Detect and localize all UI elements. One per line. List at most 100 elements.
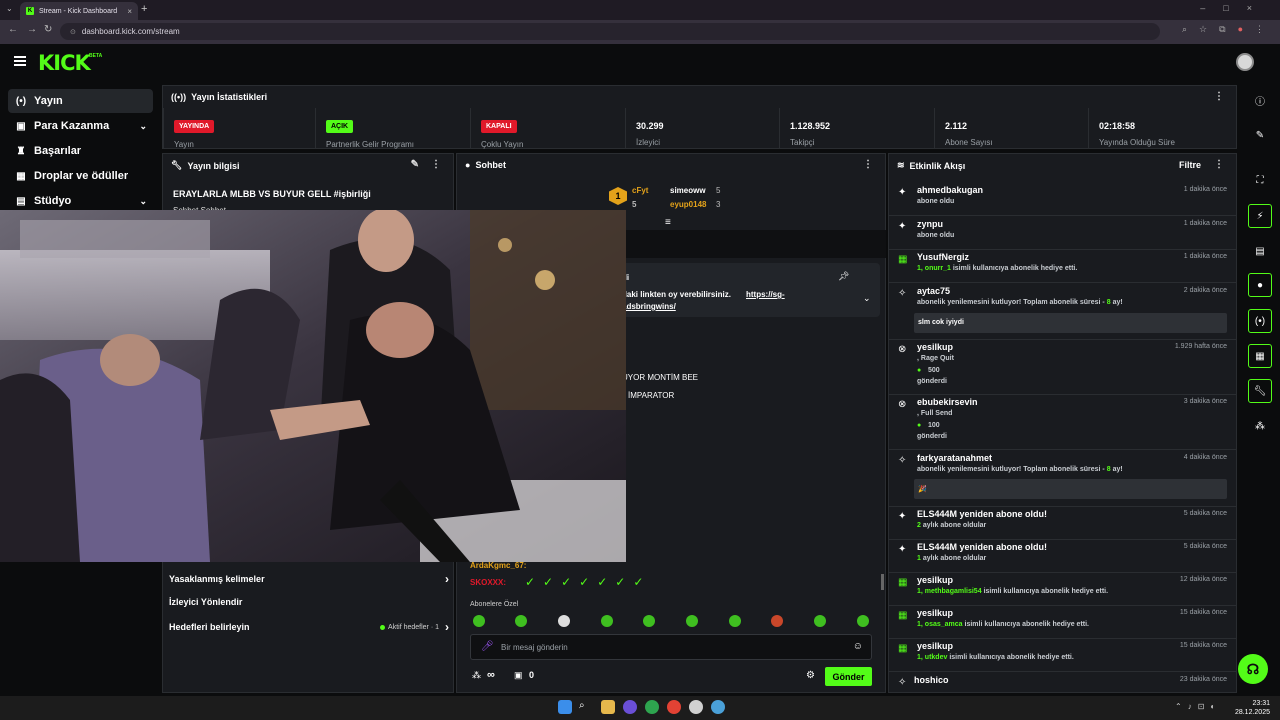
forward-icon[interactable]: →: [27, 24, 37, 35]
channel-points-icon[interactable]: ⁂: [472, 670, 481, 681]
activity-item: ▦ yesilkup 1, osas_amca isimli kullanıcı…: [888, 606, 1237, 639]
activity-username[interactable]: yesilkup: [917, 608, 953, 618]
send-button[interactable]: Gönder: [825, 667, 872, 686]
emote-icon[interactable]: [601, 615, 613, 627]
activity-username[interactable]: ELS444M yeniden abone oldu!: [917, 542, 1047, 552]
info-more-icon[interactable]: ⋮: [431, 159, 441, 170]
activity-username[interactable]: hoshico: [914, 675, 949, 685]
file-explorer-icon[interactable]: [601, 700, 615, 714]
emote-icon[interactable]: [558, 615, 570, 627]
emote-icon[interactable]: [814, 615, 826, 627]
chat-more-icon[interactable]: ⋮: [863, 159, 873, 170]
gifter-name[interactable]: simeoww: [670, 186, 706, 195]
emote-icon[interactable]: [729, 615, 741, 627]
banned-words-link[interactable]: Yasaklanmış kelimeler ›: [169, 572, 449, 586]
bookmark-star-icon[interactable]: ☆: [1199, 24, 1207, 35]
notes-icon[interactable]: ▤: [1248, 239, 1272, 263]
screenshot-icon[interactable]: ⛶: [1248, 168, 1272, 192]
edit-icon[interactable]: ✎: [1248, 123, 1272, 147]
chat-settings-icon[interactable]: ⚙: [806, 670, 815, 681]
activity-username[interactable]: aytac75: [917, 286, 950, 296]
store-icon[interactable]: ▣: [514, 670, 523, 681]
chat-input[interactable]: 🎤︎ Bir mesaj gönderin ☺: [470, 634, 872, 660]
chat-icon[interactable]: ●: [1248, 273, 1272, 297]
emote-icon[interactable]: [857, 615, 869, 627]
gifter-name[interactable]: eyup0148: [670, 200, 706, 209]
activity-username[interactable]: YusufNergiz: [917, 252, 969, 262]
browser-menu-icon[interactable]: ⋮: [1255, 24, 1264, 35]
gifter-name[interactable]: cFyt: [632, 186, 648, 195]
gift-recipient[interactable]: onurr_1: [925, 265, 951, 272]
system-tray[interactable]: ⌃♪⊡◐: [1175, 702, 1221, 711]
new-tab-icon[interactable]: +: [141, 3, 147, 15]
viewer-redirect-link[interactable]: İzleyici Yönlendir: [169, 597, 449, 607]
stats-more-icon[interactable]: ⋮: [1214, 91, 1224, 102]
set-goals-link[interactable]: Hedefleri belirleyin Aktif hedefler · 1 …: [169, 620, 449, 634]
url-field[interactable]: ⊙ dashboard.kick.com/stream: [60, 23, 1160, 40]
site-info-icon[interactable]: ⊙: [70, 28, 76, 36]
start-icon[interactable]: [558, 700, 572, 714]
chat-username[interactable]: SKOXXX:: [470, 578, 506, 587]
chat-username[interactable]: ArdaKgmc_67:: [470, 561, 526, 570]
sidebar-item-basarilar[interactable]: ♜ Başarılar: [8, 139, 153, 163]
app-icon[interactable]: [711, 700, 725, 714]
microphone-icon[interactable]: 🎤︎: [481, 641, 494, 652]
help-headset-icon[interactable]: ☊: [1238, 654, 1268, 684]
chevron-down-icon[interactable]: ⌄: [863, 293, 871, 304]
app-icon[interactable]: [645, 700, 659, 714]
search-icon[interactable]: ⌕: [579, 700, 593, 714]
more-tools-icon[interactable]: ⁂: [1248, 414, 1272, 438]
profile-icon[interactable]: ●: [1238, 24, 1243, 35]
activity-username[interactable]: yesilkup: [917, 575, 953, 585]
activity-item: ▦ yesilkup 1, methbagamlisi54 isimli kul…: [888, 573, 1237, 606]
user-avatar[interactable]: [1236, 53, 1254, 71]
browser-icon[interactable]: [667, 700, 681, 714]
app-icon[interactable]: [623, 700, 637, 714]
activity-username[interactable]: yesilkup: [917, 641, 953, 651]
browser-active-icon[interactable]: [689, 700, 703, 714]
edit-pencil-icon[interactable]: ✎: [411, 159, 419, 170]
emoji-icon[interactable]: ☺: [853, 641, 863, 652]
kick-logo[interactable]: KICK: [38, 51, 91, 75]
reload-icon[interactable]: ↻: [44, 24, 52, 35]
broadcast-icon[interactable]: (•): [1248, 309, 1272, 333]
activity-username[interactable]: yesilkup: [917, 342, 953, 352]
sidebar-item-yayin[interactable]: (•) Yayın: [8, 89, 153, 113]
stat-izleyici: 30.299 İzleyici: [625, 108, 779, 148]
activity-username[interactable]: farkyaratanahmet: [917, 453, 992, 463]
pinned-link[interactable]: adsbringwins/: [622, 302, 676, 311]
window-controls[interactable]: –□×: [1200, 3, 1270, 13]
back-icon[interactable]: ←: [8, 24, 18, 35]
emote-icon[interactable]: [771, 615, 783, 627]
extensions-icon[interactable]: ⧉: [1219, 24, 1225, 35]
expand-gifters-icon[interactable]: ≡: [665, 217, 671, 228]
taskbar-clock[interactable]: 23:31 28.12.2025: [1235, 699, 1270, 717]
sidebar-item-droplar[interactable]: ▦ Droplar ve ödüller: [8, 164, 153, 188]
emote-icon[interactable]: [643, 615, 655, 627]
emote-icon[interactable]: [473, 615, 485, 627]
quick-actions-icon[interactable]: ⚡︎: [1248, 204, 1272, 228]
sidebar-item-para-kazanma[interactable]: ▣ Para Kazanma ⌄: [8, 114, 153, 138]
stat-label: İzleyici: [636, 138, 661, 147]
pin-icon[interactable]: 📌︎: [838, 271, 849, 282]
activity-username[interactable]: ahmedbakugan: [917, 185, 983, 195]
moderation-icon[interactable]: ▦: [1248, 344, 1272, 368]
close-tab-icon[interactable]: ×: [127, 7, 132, 16]
zoom-icon[interactable]: ⌕: [1182, 24, 1187, 35]
tab-search-icon[interactable]: ⌄: [6, 4, 13, 13]
filter-button[interactable]: Filtre: [1179, 160, 1201, 170]
activity-username[interactable]: zynpu: [917, 219, 943, 229]
activity-username[interactable]: ELS444M yeniden abone oldu!: [917, 509, 1047, 519]
emote-icon[interactable]: [515, 615, 527, 627]
info-icon[interactable]: ⓘ: [1248, 88, 1272, 112]
stream-video-preview[interactable]: [0, 210, 626, 562]
activity-username[interactable]: ebubekirsevin: [917, 397, 978, 407]
chat-scrollbar[interactable]: [881, 574, 884, 590]
activity-more-icon[interactable]: ⋮: [1214, 159, 1224, 170]
pinned-link[interactable]: https://sg-: [746, 290, 785, 299]
wrench-icon[interactable]: 🔧︎: [1248, 379, 1272, 403]
activity-time: 1 dakika önce: [1183, 253, 1227, 260]
menu-icon[interactable]: [14, 56, 26, 66]
browser-tab[interactable]: K Stream - Kick Dashboard ×: [20, 2, 138, 20]
emote-icon[interactable]: [686, 615, 698, 627]
